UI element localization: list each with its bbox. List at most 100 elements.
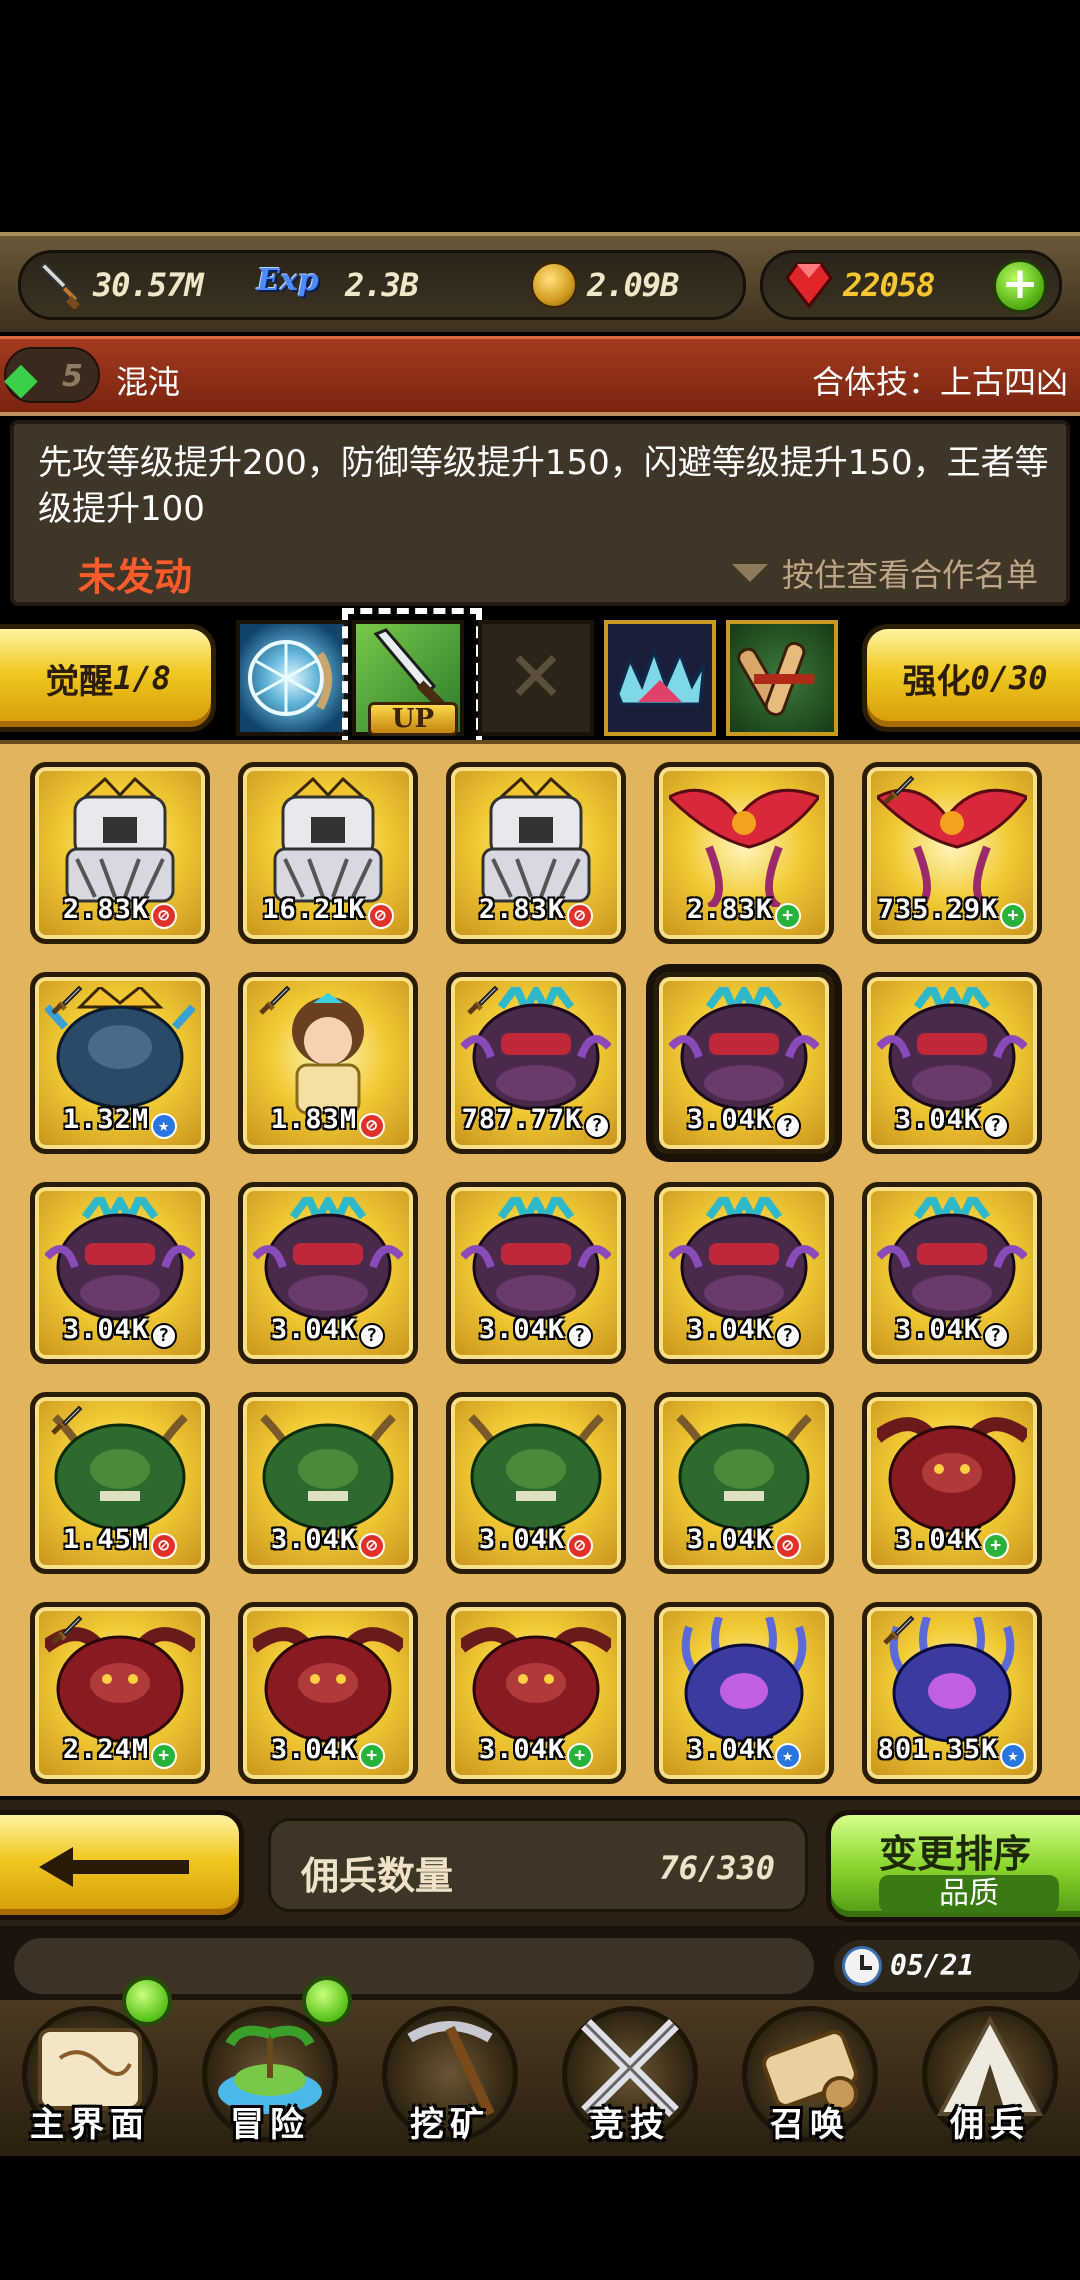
mercenary-power-value: 3.04K <box>686 1734 774 1765</box>
mercenary-card[interactable]: 16.21K ⊘ <box>238 762 418 944</box>
mercenary-count-value: 76/330 <box>659 1849 775 1887</box>
mercenary-power: 1.83M ⊘ <box>243 1104 413 1139</box>
set-level-badge: ◆ 5 <box>4 347 100 404</box>
nav-item-crossed-swords[interactable]: 竞技 <box>540 2000 720 2156</box>
mercenary-power: 3.04K? <box>867 1314 1037 1349</box>
mercenary-card[interactable]: 1.32M ★ <box>30 972 210 1154</box>
clock-icon <box>842 1946 882 1986</box>
mercenary-card[interactable]: 787.77K? <box>446 972 626 1154</box>
mercenary-power: 16.21K ⊘ <box>243 894 413 929</box>
enhance-button[interactable]: 强化 0/30 <box>862 624 1080 732</box>
nav-item-pickaxe[interactable]: 挖矿 <box>360 2000 540 2156</box>
mercenary-power-value: 3.04K <box>62 1314 150 1345</box>
element-badge-icon: + <box>359 1743 386 1769</box>
red-gem-icon <box>785 262 833 309</box>
view-cooperation-list-button[interactable]: 按住查看合作名单 <box>731 550 1038 596</box>
mercenary-power-value: 3.04K <box>270 1524 358 1555</box>
mercenary-card[interactable]: 3.04K? <box>30 1182 210 1364</box>
back-button[interactable] <box>0 1810 244 1920</box>
mercenary-card[interactable]: 3.04K? <box>238 1182 418 1364</box>
mercenary-card[interactable]: 1.83M ⊘ <box>238 972 418 1154</box>
element-badge-icon: ⊘ <box>775 1533 802 1559</box>
skill-slot-empty[interactable]: ✕ <box>478 620 594 736</box>
gem-value: 22058 <box>843 266 935 304</box>
mercenary-power: 3.04K ★ <box>659 1734 829 1769</box>
nav-label: 召唤 <box>770 2105 850 2145</box>
mercenary-card[interactable]: 3.04K ⊘ <box>654 1392 834 1574</box>
equipped-sword-icon <box>881 1613 917 1649</box>
element-badge-icon: ? <box>983 1323 1010 1349</box>
mercenary-card[interactable]: 1.45M ⊘ <box>30 1392 210 1574</box>
exp-value: 2.3B <box>345 266 419 304</box>
mercenary-card[interactable]: 3.04K? <box>654 1182 834 1364</box>
awaken-button[interactable]: 觉醒 1/8 <box>0 624 216 732</box>
element-badge-icon: ⊘ <box>359 1113 386 1139</box>
element-badge-icon: ? <box>584 1113 611 1139</box>
skill-slot-frost[interactable] <box>236 620 348 736</box>
mercenary-card[interactable]: 801.35K ★ <box>862 1602 1042 1784</box>
nav-item-tent[interactable]: 佣兵 <box>900 2000 1080 2156</box>
mercenary-power-value: 16.21K <box>262 894 366 925</box>
mercenary-power: 3.04K? <box>867 1104 1037 1139</box>
nav-item-map-scroll[interactable]: 主界面 <box>0 1976 180 2156</box>
element-badge-icon: ? <box>983 1113 1010 1139</box>
mercenary-card[interactable]: 2.83K ⊘ <box>446 762 626 944</box>
skill-slot-scroll[interactable] <box>726 620 838 736</box>
mercenary-power-value: 2.83K <box>686 894 774 925</box>
combo-skill-label: 合体技：上古四凶 <box>811 363 1068 401</box>
mercenary-card[interactable]: 3.04K + <box>238 1602 418 1784</box>
mercenary-power: 2.24M + <box>35 1734 205 1769</box>
mercenary-card[interactable]: 3.04K? <box>654 972 834 1154</box>
element-badge-icon: ? <box>775 1323 802 1349</box>
mercenary-card[interactable]: 3.04K + <box>446 1602 626 1784</box>
equipped-sword-icon <box>49 1613 85 1649</box>
mercenary-power-value: 3.04K <box>894 1524 982 1555</box>
attack-value: 30.57M <box>93 266 204 304</box>
add-gems-button[interactable]: + <box>993 259 1047 313</box>
mercenary-power-value: 1.83M <box>270 1104 358 1135</box>
element-badge-icon: ? <box>151 1323 178 1349</box>
coin-icon <box>531 262 577 308</box>
mercenary-card[interactable]: 3.04K? <box>446 1182 626 1364</box>
mercenary-power-value: 3.04K <box>686 1314 774 1345</box>
gold-value: 2.09B <box>587 266 679 304</box>
mercenary-power: 3.04K? <box>659 1314 829 1349</box>
mercenary-power: 1.45M ⊘ <box>35 1524 205 1559</box>
left-arrow-icon <box>39 1847 189 1887</box>
gold-resource: 2.09B <box>531 253 679 317</box>
mercenary-card[interactable]: 2.83K + <box>654 762 834 944</box>
attack-resource: 30.57M <box>35 253 204 317</box>
triangle-down-icon <box>731 564 768 582</box>
mercenary-power: 2.83K ⊘ <box>451 894 621 929</box>
mercenary-card[interactable]: 3.04K + <box>862 1392 1042 1574</box>
equipped-sword-icon <box>49 1403 85 1439</box>
awaken-count: 1/8 <box>113 659 171 697</box>
element-badge-icon: + <box>567 1743 594 1769</box>
mercenary-card[interactable]: 2.24M + <box>30 1602 210 1784</box>
mercenary-card[interactable]: 3.04K ⊘ <box>238 1392 418 1574</box>
mercenary-power-value: 3.04K <box>270 1734 358 1765</box>
mercenary-card[interactable]: 3.04K ⊘ <box>446 1392 626 1574</box>
skill-slot-crystal[interactable] <box>604 620 716 736</box>
sword-icon <box>35 261 83 311</box>
element-badge-icon: ★ <box>775 1743 802 1769</box>
nav-item-island[interactable]: 冒险 <box>180 1976 360 2156</box>
resource-pill: 30.57M Exp 2.3B 2.09B <box>18 250 746 320</box>
white-tiger-portrait <box>461 776 611 907</box>
element-badge-icon: ? <box>359 1323 386 1349</box>
control-bar: 佣兵数量 76/330 变更排序 品质 <box>0 1796 1080 1926</box>
mercenary-card[interactable]: 2.83K ⊘ <box>30 762 210 944</box>
mercenary-power: 3.04K + <box>867 1524 1037 1559</box>
change-sort-button[interactable]: 变更排序 品质 <box>826 1810 1080 1922</box>
violet-squid-portrait <box>669 1615 819 1747</box>
mercenary-power: 3.04K ⊘ <box>659 1524 829 1559</box>
enhance-count: 0/30 <box>970 659 1048 697</box>
element-badge-icon: + <box>983 1533 1010 1559</box>
mercenary-card[interactable]: 3.04K ★ <box>654 1602 834 1784</box>
up-badge: UP <box>368 702 458 736</box>
mercenary-card[interactable]: 3.04K? <box>862 1182 1042 1364</box>
mercenary-card[interactable]: 3.04K? <box>862 972 1042 1154</box>
mercenary-card[interactable]: 735.29K + <box>862 762 1042 944</box>
awaken-label: 觉醒 <box>45 661 114 702</box>
nav-item-summon-scroll[interactable]: 召唤 <box>720 2000 900 2156</box>
